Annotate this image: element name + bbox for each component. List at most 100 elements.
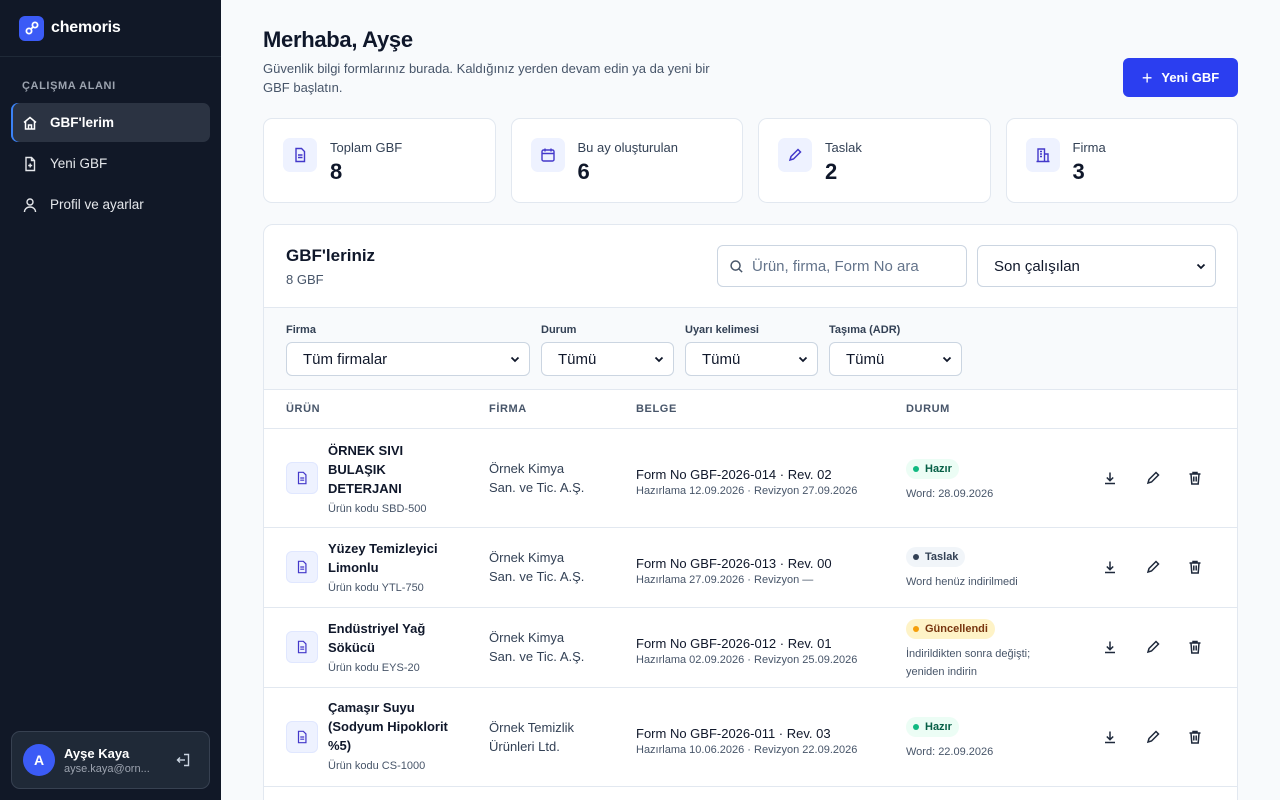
sidebar: chemoris ÇALIŞMA ALANI GBF'lerim Yeni GB… <box>0 0 221 800</box>
firm-name-line: San. ve Tic. A.Ş. <box>489 569 585 584</box>
plus-icon: + <box>1141 67 1153 88</box>
search-icon <box>729 259 744 274</box>
download-icon[interactable] <box>1101 728 1119 746</box>
search-input[interactable] <box>752 257 952 275</box>
edit-icon[interactable] <box>1144 469 1162 487</box>
stats-row: Toplam GBF 8 Bu ay oluşturulan 6 Taslak … <box>263 118 1238 203</box>
product-code: Ürün kodu SBD-500 <box>328 503 427 515</box>
stat-card-draft: Taslak 2 <box>758 118 991 203</box>
filter-select-durum[interactable]: Tümü <box>541 342 674 376</box>
firm-name-line: Örnek Kimya <box>489 630 565 645</box>
firm-name-line: San. ve Tic. A.Ş. <box>489 649 585 664</box>
status-note: İndirildikten sonra değişti; yeniden ind… <box>906 645 1056 681</box>
sidebar-item-label: GBF'lerim <box>50 115 114 130</box>
stat-value: 2 <box>825 159 838 184</box>
download-icon[interactable] <box>1101 638 1119 656</box>
building-icon <box>1025 138 1060 172</box>
status-badge-label: Hazır <box>925 721 952 733</box>
column-header-firma: FİRMA <box>489 403 527 415</box>
sidebar-item-gbflerim[interactable]: GBF'lerim <box>11 103 210 142</box>
download-icon[interactable] <box>1101 558 1119 576</box>
trash-icon[interactable] <box>1186 638 1204 656</box>
product-name-line: DETERJANI <box>328 481 402 496</box>
firm-name: Örnek Kimya San. ve Tic. A.Ş. <box>489 628 609 666</box>
form-dates: Hazırlama 10.06.2026 · Revizyon 22.09.20… <box>636 744 858 756</box>
form-dates: Hazırlama 12.09.2026 · Revizyon 27.09.20… <box>636 485 858 497</box>
stat-label: Taslak <box>825 140 862 155</box>
status-note: Word: 28.09.2026 <box>906 485 1056 503</box>
filter-select-uyari[interactable]: Tümü <box>685 342 818 376</box>
chevron-down-icon <box>653 353 665 365</box>
column-header-urun: ÜRÜN <box>286 403 321 415</box>
sidebar-item-yeni-gbf[interactable]: Yeni GBF <box>11 144 210 183</box>
edit-icon[interactable] <box>1144 728 1162 746</box>
user-card[interactable]: A Ayşe Kaya ayse.kaya@orn... <box>11 731 210 789</box>
user-name: Ayşe Kaya <box>64 745 130 761</box>
filter-select-value: Tüm firmalar <box>303 350 388 368</box>
status-note-line: Word: 22.09.2026 <box>906 746 994 758</box>
status-note-line: İndirildikten sonra değişti; <box>906 648 1031 660</box>
download-icon[interactable] <box>1101 469 1119 487</box>
sort-select-value: Son çalışılan <box>994 257 1080 275</box>
chevron-down-icon <box>509 353 521 365</box>
stat-label: Firma <box>1072 140 1106 155</box>
stat-card-firm: Firma 3 <box>1005 118 1238 203</box>
firm-name: Örnek Kimya San. ve Tic. A.Ş. <box>489 548 609 586</box>
product-name-line: Sökücü <box>328 640 375 655</box>
status-badge-label: Hazır <box>925 463 952 475</box>
table-header: ÜRÜN FİRMA BELGE DURUM <box>264 390 1237 429</box>
sort-select[interactable]: Son çalışılan <box>977 245 1216 287</box>
filter-select-adr[interactable]: Tümü <box>829 342 962 376</box>
product-name-line: ÖRNEK SIVI <box>328 443 404 458</box>
page-title: Merhaba, Ayşe <box>263 27 413 52</box>
trash-icon[interactable] <box>1186 728 1204 746</box>
pencil-icon <box>778 138 812 172</box>
chevron-down-icon <box>1195 260 1207 272</box>
filter-select-firma[interactable]: Tüm firmalar <box>286 342 530 376</box>
sidebar-item-label: Yeni GBF <box>50 156 108 171</box>
filter-select-value: Tümü <box>702 350 741 368</box>
home-icon <box>22 115 38 131</box>
filter-select-value: Tümü <box>558 350 597 368</box>
stat-value: 6 <box>577 159 590 184</box>
table-row[interactable]: Çamaşır Suyu (Sodyum Hipoklorit %5) Ürün… <box>264 688 1237 787</box>
firm-name-line: Örnek Temizlik <box>489 720 575 735</box>
status-note-line: Word: 28.09.2026 <box>906 488 994 500</box>
table-row[interactable]: Yüzey Temizleyici Limonlu Ürün kodu YTL-… <box>264 528 1237 608</box>
product-name-line: Çamaşır Suyu <box>328 700 415 715</box>
status-cell: Güncellendi İndirildikten sonra değişti;… <box>906 619 1056 681</box>
column-header-durum: DURUM <box>906 403 950 415</box>
product-name-line: (Sodyum Hipoklorit <box>328 719 448 734</box>
product-name-line: BULAŞIK <box>328 462 386 477</box>
stat-label: Bu ay oluşturulan <box>577 140 678 155</box>
firm-name: Örnek Kimya San. ve Tic. A.Ş. <box>489 459 609 497</box>
new-gbf-button[interactable]: + Yeni GBF <box>1123 58 1238 97</box>
trash-icon[interactable] <box>1186 558 1204 576</box>
avatar: A <box>23 744 55 776</box>
edit-icon[interactable] <box>1144 558 1162 576</box>
form-dates: Hazırlama 02.09.2026 · Revizyon 25.09.20… <box>636 654 858 666</box>
table-row[interactable]: Endüstriyel Yağ Sökücü Ürün kodu EYS-20 … <box>264 608 1237 688</box>
filter-label-adr: Taşıma (ADR) <box>829 324 901 336</box>
document-icon <box>286 551 318 583</box>
status-badge-label: Güncellendi <box>925 623 988 635</box>
status-note-line: Word henüz indirilmedi <box>906 576 1018 588</box>
search-box[interactable] <box>717 245 967 287</box>
status-cell: Hazır Word: 22.09.2026 <box>906 717 1056 761</box>
logout-icon[interactable] <box>175 752 191 768</box>
brand[interactable]: chemoris <box>0 0 221 57</box>
form-dates: Hazırlama 27.09.2026 · Revizyon — <box>636 574 814 586</box>
trash-icon[interactable] <box>1186 469 1204 487</box>
table-row[interactable]: ÖRNEK SIVI BULAŞIK DETERJANI Ürün kodu S… <box>264 429 1237 528</box>
product-name: Yüzey Temizleyici Limonlu Ürün kodu YTL-… <box>328 539 453 598</box>
document-icon <box>286 721 318 753</box>
chevron-down-icon <box>797 353 809 365</box>
status-badge: Taslak <box>906 547 966 567</box>
status-note-line: yeniden indirin <box>906 666 977 678</box>
document-icon <box>283 138 317 172</box>
sidebar-item-profil[interactable]: Profil ve ayarlar <box>11 185 210 224</box>
user-email: ayse.kaya@orn... <box>64 762 150 775</box>
logo-icon <box>19 15 44 41</box>
gbf-list-panel: GBF'leriniz 8 GBF Son çalışılan Firma Tü… <box>263 224 1238 800</box>
edit-icon[interactable] <box>1144 638 1162 656</box>
